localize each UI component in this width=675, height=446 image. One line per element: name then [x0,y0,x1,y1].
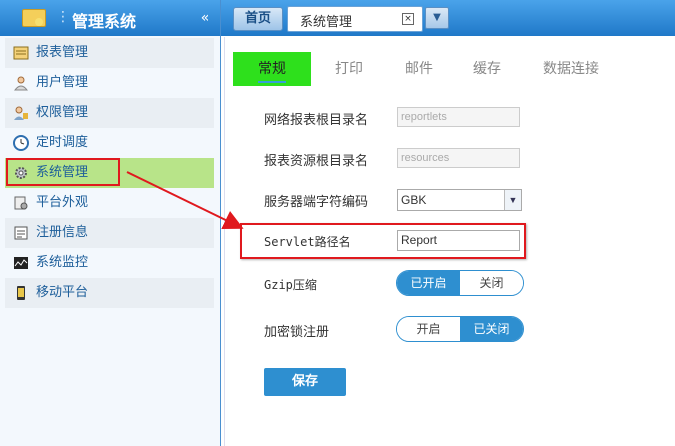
annotation-arrow [126,171,244,229]
